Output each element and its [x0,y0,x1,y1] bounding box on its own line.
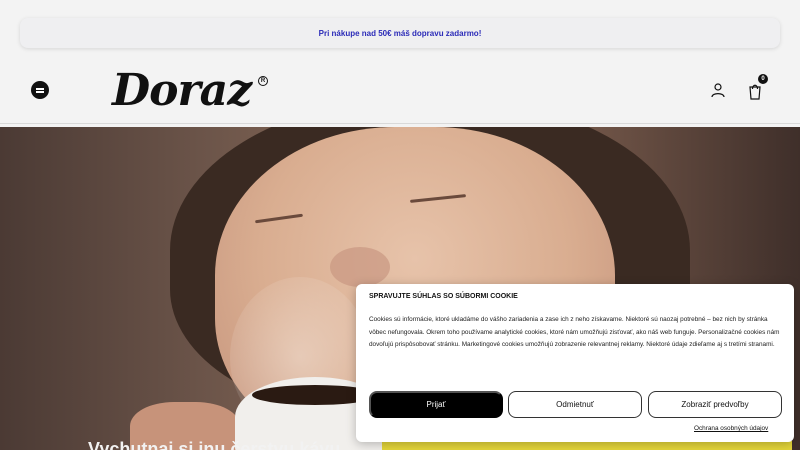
hero-yellow-band [382,441,792,450]
menu-icon-line [36,91,44,93]
menu-button[interactable] [31,81,49,99]
brand-logo[interactable]: Doraz [112,66,252,116]
registered-mark: R [258,76,268,86]
accept-cookies-button[interactable]: Prijať [369,391,503,418]
promo-text: Pri nákupe nad 50€ máš dopravu zadarmo! [318,28,482,38]
cart-count-badge: 0 [758,74,768,84]
account-icon[interactable] [710,82,726,98]
site-header: Doraz R 0 [0,58,800,124]
promo-bar: Pri nákupe nad 50€ máš dopravu zadarmo! [20,18,780,48]
cookie-preferences-button[interactable]: Zobraziť predvoľby [648,391,782,418]
cookie-title: SPRAVUJTE SÚHLAS SO SÚBORMI COOKIE [369,293,518,300]
cookie-consent-dialog: SPRAVUJTE SÚHLAS SO SÚBORMI COOKIE Cooki… [356,284,794,442]
cart-icon[interactable] [747,82,763,100]
hero-nose [330,247,390,287]
deny-cookies-button[interactable]: Odmietnuť [508,391,642,418]
privacy-policy-link[interactable]: Ochrana osobných údajov [694,425,768,432]
cookie-description: Cookies sú informácie, ktoré ukladáme do… [369,316,780,348]
menu-icon-line [36,88,44,90]
hero-headline: Vychutnaj si inu čerstvu kávu [88,439,341,450]
